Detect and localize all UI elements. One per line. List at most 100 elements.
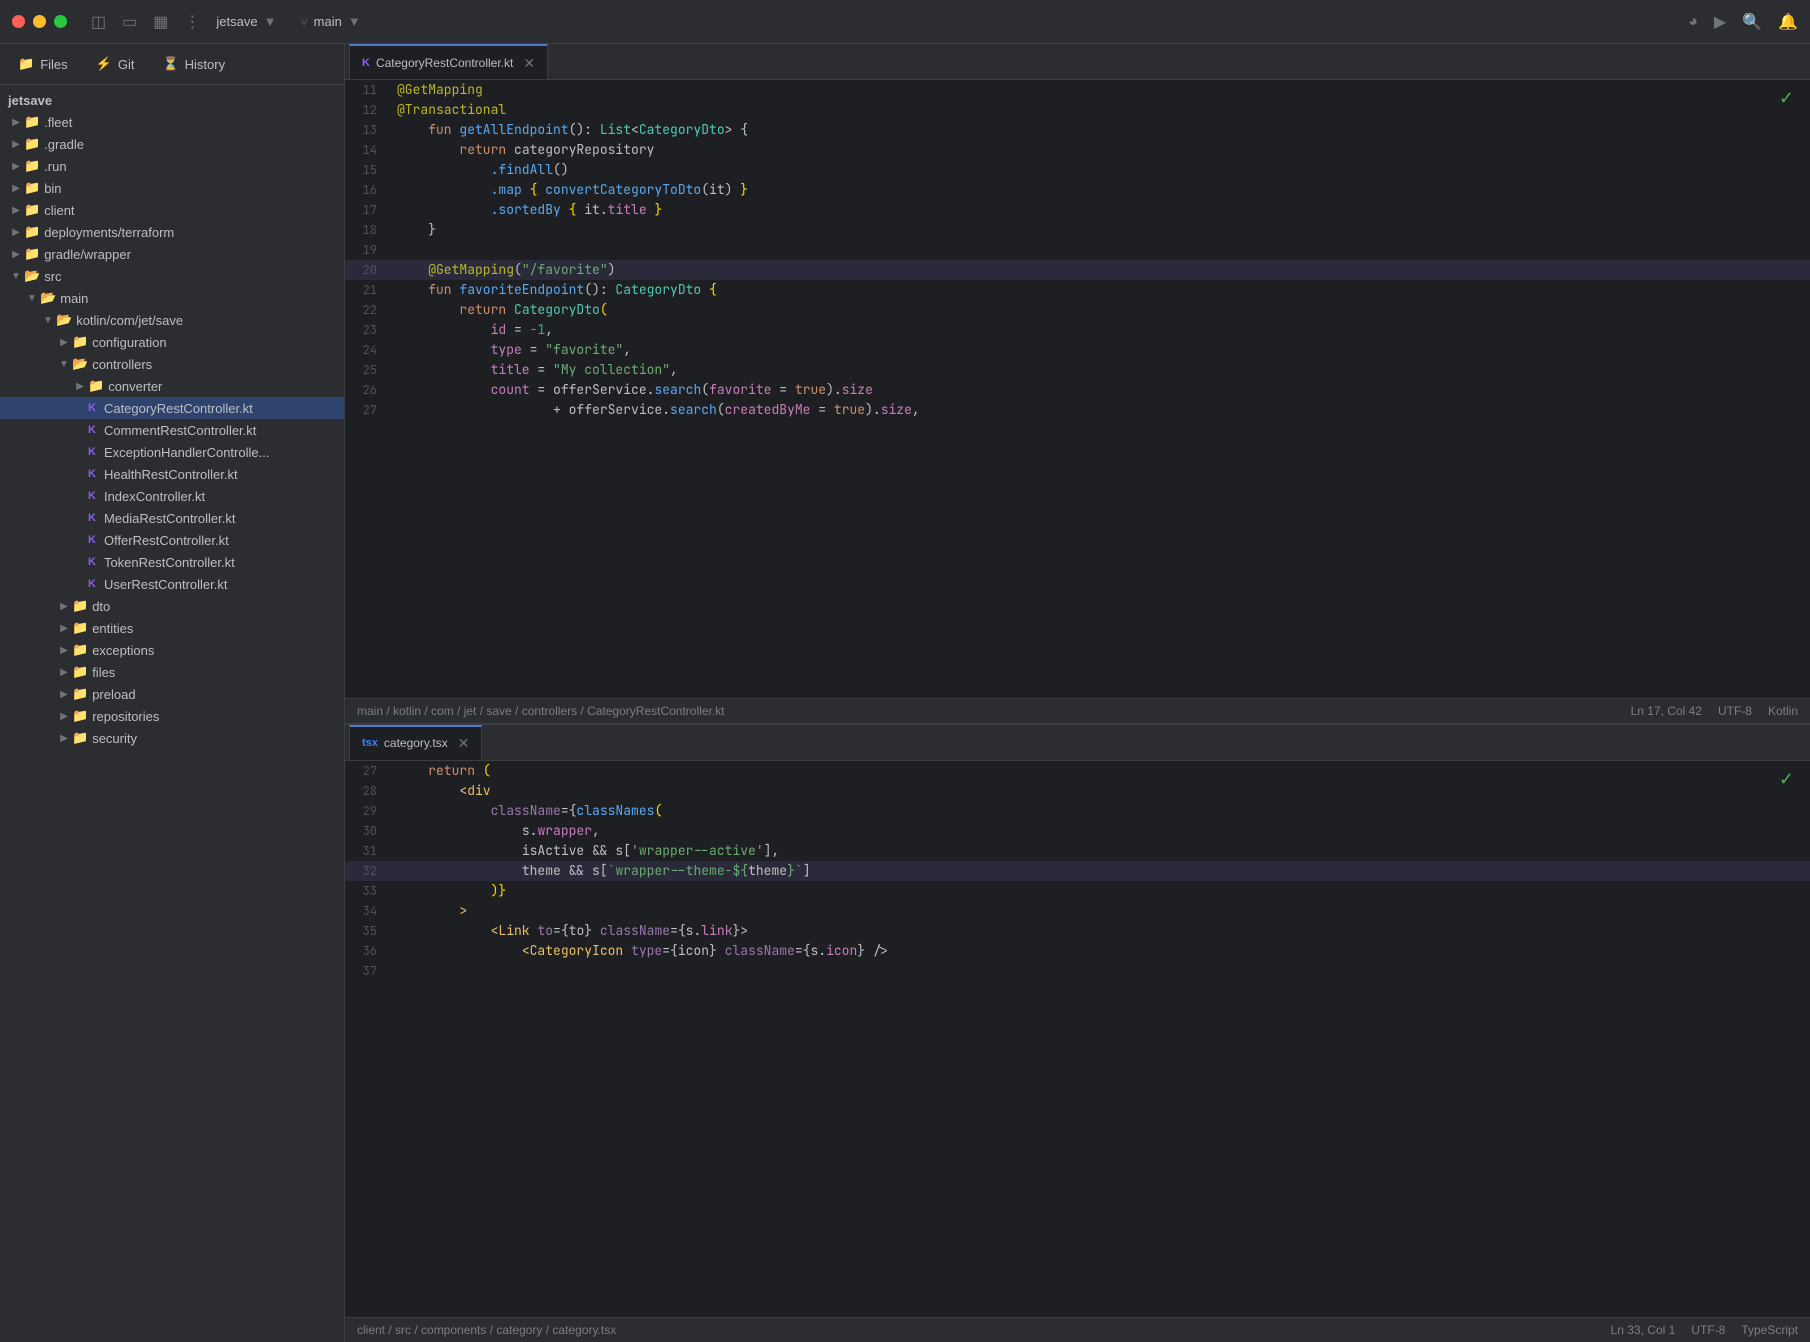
- broadcast-icon[interactable]: ◕: [1688, 13, 1698, 31]
- root-label: jetsave: [8, 93, 52, 108]
- tree-item-src[interactable]: ▼ 📂 src: [0, 265, 344, 287]
- tree-item-bin[interactable]: ▶ 📁 bin: [0, 177, 344, 199]
- top-code-area[interactable]: 11 @GetMapping 12 @Transactional 13 fun …: [345, 80, 1810, 698]
- top-editor-checkmark: ✓: [1779, 88, 1794, 109]
- tree-item-files[interactable]: ▶ 📁 files: [0, 661, 344, 683]
- line-num-b29: 29: [345, 801, 393, 821]
- line-num-b31: 31: [345, 841, 393, 861]
- tree-item-client-label: client: [44, 203, 74, 218]
- line-num-b37: 37: [345, 961, 393, 981]
- tree-item-converter[interactable]: ▶ 📁 converter: [0, 375, 344, 397]
- split-editor-icon[interactable]: ▦: [153, 12, 168, 32]
- top-status-bar: main / kotlin / com / jet / save / contr…: [345, 698, 1810, 723]
- tree-item-controllers[interactable]: ▼ 📂 controllers: [0, 353, 344, 375]
- window-controls: ◫ ▭ ▦ ⋮: [91, 12, 200, 32]
- tree-item-TokenRestController[interactable]: K TokenRestController.kt: [0, 551, 344, 573]
- bottom-editor-tab-category[interactable]: tsx category.tsx ✕: [349, 725, 482, 760]
- tree-item-ExceptionHandler[interactable]: K ExceptionHandlerControlle...: [0, 441, 344, 463]
- code-line-23: 23 id = -1,: [345, 320, 1810, 340]
- tree-item-UserRestController[interactable]: K UserRestController.kt: [0, 573, 344, 595]
- tree-item-src-label: src: [44, 269, 61, 284]
- kotlin-file-icon: K: [88, 402, 96, 414]
- bottom-cursor-position: Ln 33, Col 1: [1611, 1323, 1676, 1337]
- bottom-editor-content: ✓ 27 return ( 28 <div 29: [345, 761, 1810, 1342]
- line-content-b33: )}: [393, 881, 1810, 901]
- code-line-12: 12 @Transactional: [345, 100, 1810, 120]
- tree-item-dto[interactable]: ▶ 📁 dto: [0, 595, 344, 617]
- tree-item-fleet[interactable]: ▶ 📁 .fleet: [0, 111, 344, 133]
- top-editor-tab-CategoryRestController[interactable]: K CategoryRestController.kt ✕: [349, 44, 548, 79]
- tree-item-entities[interactable]: ▶ 📁 entities: [0, 617, 344, 639]
- tree-item-HealthRestController[interactable]: K HealthRestController.kt: [0, 463, 344, 485]
- line-content-27: + offerService.search(createdByMe = true…: [393, 400, 1810, 420]
- tree-item-preload-label: preload: [92, 687, 135, 702]
- top-tab-close-button[interactable]: ✕: [523, 56, 535, 70]
- file-tree: jetsave ▶ 📁 .fleet ▶ 📁 .gradle ▶ 📁 .run: [0, 85, 344, 1342]
- code-line-22: 22 return CategoryDto(: [345, 300, 1810, 320]
- maximize-button[interactable]: [54, 15, 67, 28]
- close-button[interactable]: [12, 15, 25, 28]
- tree-item-kotlin[interactable]: ▼ 📂 kotlin/com/jet/save: [0, 309, 344, 331]
- tree-item-OfferRestController[interactable]: K OfferRestController.kt: [0, 529, 344, 551]
- tree-item-kotlin-label: kotlin/com/jet/save: [76, 313, 183, 328]
- tree-item-preload[interactable]: ▶ 📁 preload: [0, 683, 344, 705]
- tree-item-IndexController[interactable]: K IndexController.kt: [0, 485, 344, 507]
- branch-selector[interactable]: ⑂ main ▼: [300, 14, 360, 29]
- tree-item-security[interactable]: ▶ 📁 security: [0, 727, 344, 749]
- folder-icon: 📁: [72, 620, 88, 636]
- tree-item-configuration[interactable]: ▶ 📁 configuration: [0, 331, 344, 353]
- tree-item-OfferRestController-label: OfferRestController.kt: [104, 533, 229, 548]
- folder-icon: 📁: [24, 246, 40, 262]
- search-icon[interactable]: 🔍: [1742, 12, 1762, 32]
- tree-item-configuration-label: configuration: [92, 335, 166, 350]
- branch-dropdown-icon[interactable]: ▼: [348, 14, 361, 29]
- minimize-button[interactable]: [33, 15, 46, 28]
- folder-icon: 📂: [40, 290, 56, 306]
- top-tab-bar: K CategoryRestController.kt ✕: [345, 44, 1810, 80]
- bottom-code-line-28: 28 <div: [345, 781, 1810, 801]
- top-filetype: Kotlin: [1768, 704, 1798, 718]
- top-editor-content: ✓ 11 @GetMapping 12 @Transactional 13: [345, 80, 1810, 723]
- tree-item-CommentRestController[interactable]: K CommentRestController.kt: [0, 419, 344, 441]
- run-icon[interactable]: ▶: [1714, 12, 1726, 32]
- tree-item-client[interactable]: ▶ 📁 client: [0, 199, 344, 221]
- tree-root: jetsave: [0, 89, 344, 111]
- tree-item-gradlewrapper[interactable]: ▶ 📁 gradle/wrapper: [0, 243, 344, 265]
- code-line-15: 15 .findAll(): [345, 160, 1810, 180]
- project-dropdown-icon[interactable]: ▼: [264, 14, 277, 29]
- line-content-23: id = -1,: [393, 320, 1810, 340]
- tree-item-gradle[interactable]: ▶ 📁 .gradle: [0, 133, 344, 155]
- tree-item-run[interactable]: ▶ 📁 .run: [0, 155, 344, 177]
- tree-item-repositories[interactable]: ▶ 📁 repositories: [0, 705, 344, 727]
- line-num-b35: 35: [345, 921, 393, 941]
- kotlin-file-icon: K: [88, 468, 96, 480]
- folder-icon: 📁: [72, 664, 88, 680]
- grid-icon[interactable]: ⋮: [184, 12, 200, 32]
- sidebar-tab-git[interactable]: ⚡ Git: [90, 52, 141, 76]
- project-name: jetsave ▼: [216, 14, 276, 29]
- line-num-b30: 30: [345, 821, 393, 841]
- line-content-20: @GetMapping("/favorite"): [393, 260, 1810, 280]
- tree-item-CategoryRestController[interactable]: K CategoryRestController.kt: [0, 397, 344, 419]
- tree-item-exceptions[interactable]: ▶ 📁 exceptions: [0, 639, 344, 661]
- folder-icon: 📁: [72, 642, 88, 658]
- tree-item-repositories-label: repositories: [92, 709, 159, 724]
- kotlin-file-icon: K: [88, 534, 96, 546]
- titlebar: ◫ ▭ ▦ ⋮ jetsave ▼ ⑂ main ▼ ◕ ▶ 🔍 🔔: [0, 0, 1810, 44]
- bottom-tab-close-button[interactable]: ✕: [458, 736, 470, 750]
- notifications-icon[interactable]: 🔔: [1778, 12, 1798, 32]
- line-content-b28: <div: [393, 781, 1810, 801]
- sidebar-tab-files[interactable]: 📁 Files: [12, 52, 74, 76]
- sidebar-toggle-icon[interactable]: ◫: [91, 12, 106, 32]
- line-content-12: @Transactional: [393, 100, 1810, 120]
- bottom-panel-icon[interactable]: ▭: [122, 12, 137, 32]
- tree-item-MediaRestController[interactable]: K MediaRestController.kt: [0, 507, 344, 529]
- tree-item-deployments[interactable]: ▶ 📁 deployments/terraform: [0, 221, 344, 243]
- tree-item-main[interactable]: ▼ 📂 main: [0, 287, 344, 309]
- bottom-code-area[interactable]: 27 return ( 28 <div 29 className={classN…: [345, 761, 1810, 1317]
- bottom-code-line-34: 34 >: [345, 901, 1810, 921]
- tree-item-deployments-label: deployments/terraform: [44, 225, 174, 240]
- tree-item-CategoryRestController-label: CategoryRestController.kt: [104, 401, 253, 416]
- sidebar-tab-history[interactable]: ⏳ History: [156, 52, 231, 76]
- kotlin-file-icon: K: [88, 490, 96, 502]
